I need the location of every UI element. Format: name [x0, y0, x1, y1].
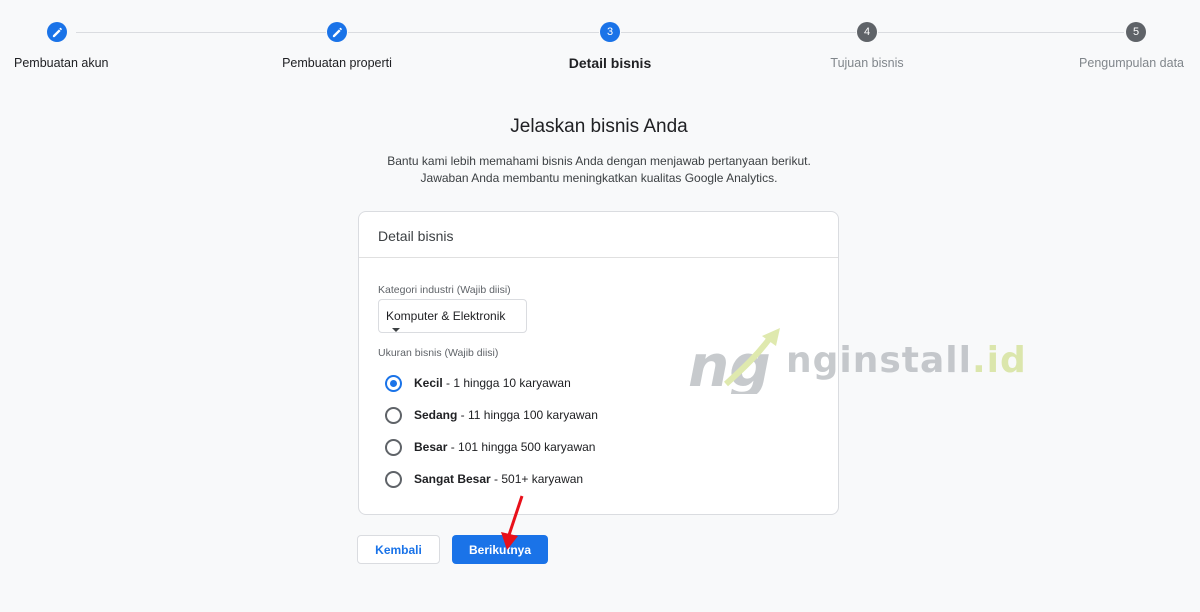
nginstall-logo-icon: ng — [688, 328, 780, 400]
card-title: Detail bisnis — [359, 212, 838, 258]
step-number: 3 — [600, 22, 620, 42]
pencil-icon — [47, 22, 67, 42]
radio-button-checked[interactable] — [385, 374, 402, 392]
watermark-text: nginstall.id — [786, 340, 1027, 381]
caret-down-icon — [392, 328, 400, 332]
industry-category-value: Komputer & Elektronik — [386, 309, 506, 323]
size-option-label: Kecil - 1 hingga 10 karyawan — [414, 376, 571, 390]
step-business-details: 3 Detail bisnis — [490, 22, 730, 71]
page-subtitle: Bantu kami lebih memahami bisnis Anda de… — [0, 153, 1198, 187]
step-data-collection: 5 Pengumpulan data — [1079, 22, 1184, 70]
progress-stepper: Pembuatan akun Pembuatan properti 3 Deta… — [0, 0, 1200, 90]
business-size-label: Ukuran bisnis (Wajib diisi) — [378, 347, 499, 359]
back-button[interactable]: Kembali — [357, 535, 440, 564]
size-option-small[interactable]: Kecil - 1 hingga 10 karyawan — [385, 373, 571, 393]
step-number: 5 — [1126, 22, 1146, 42]
size-option-label: Sedang - 11 hingga 100 karyawan — [414, 408, 598, 422]
industry-category-label: Kategori industri (Wajib diisi) — [378, 284, 511, 296]
radio-button[interactable] — [385, 438, 402, 456]
size-option-label: Sangat Besar - 501+ karyawan — [414, 472, 584, 486]
size-option-large[interactable]: Besar - 101 hingga 500 karyawan — [385, 437, 595, 457]
step-label: Pembuatan properti — [282, 56, 392, 70]
step-property-creation[interactable]: Pembuatan properti — [217, 22, 457, 70]
size-option-label: Besar - 101 hingga 500 karyawan — [414, 440, 596, 454]
step-label: Detail bisnis — [568, 55, 652, 71]
size-option-very-large[interactable]: Sangat Besar - 501+ karyawan — [385, 469, 583, 489]
nginstall-watermark: ng nginstall.id — [686, 326, 1036, 400]
step-number: 4 — [857, 22, 877, 42]
radio-button[interactable] — [385, 406, 402, 424]
pencil-icon — [327, 22, 347, 42]
subtitle-line: Bantu kami lebih memahami bisnis Anda de… — [387, 154, 811, 168]
radio-button[interactable] — [385, 470, 402, 488]
step-label: Pembuatan akun — [14, 56, 109, 70]
page-title: Jelaskan bisnis Anda — [510, 116, 688, 137]
step-business-goals: 4 Tujuan bisnis — [747, 22, 987, 70]
step-account-creation[interactable]: Pembuatan akun — [14, 22, 109, 70]
step-label: Pengumpulan data — [1079, 56, 1184, 70]
step-label: Tujuan bisnis — [830, 56, 904, 70]
industry-category-select[interactable]: Komputer & Elektronik — [378, 299, 527, 333]
subtitle-line: Jawaban Anda membantu meningkatkan kuali… — [420, 171, 778, 185]
annotation-arrow-icon — [501, 495, 524, 550]
size-option-medium[interactable]: Sedang - 11 hingga 100 karyawan — [385, 405, 598, 425]
